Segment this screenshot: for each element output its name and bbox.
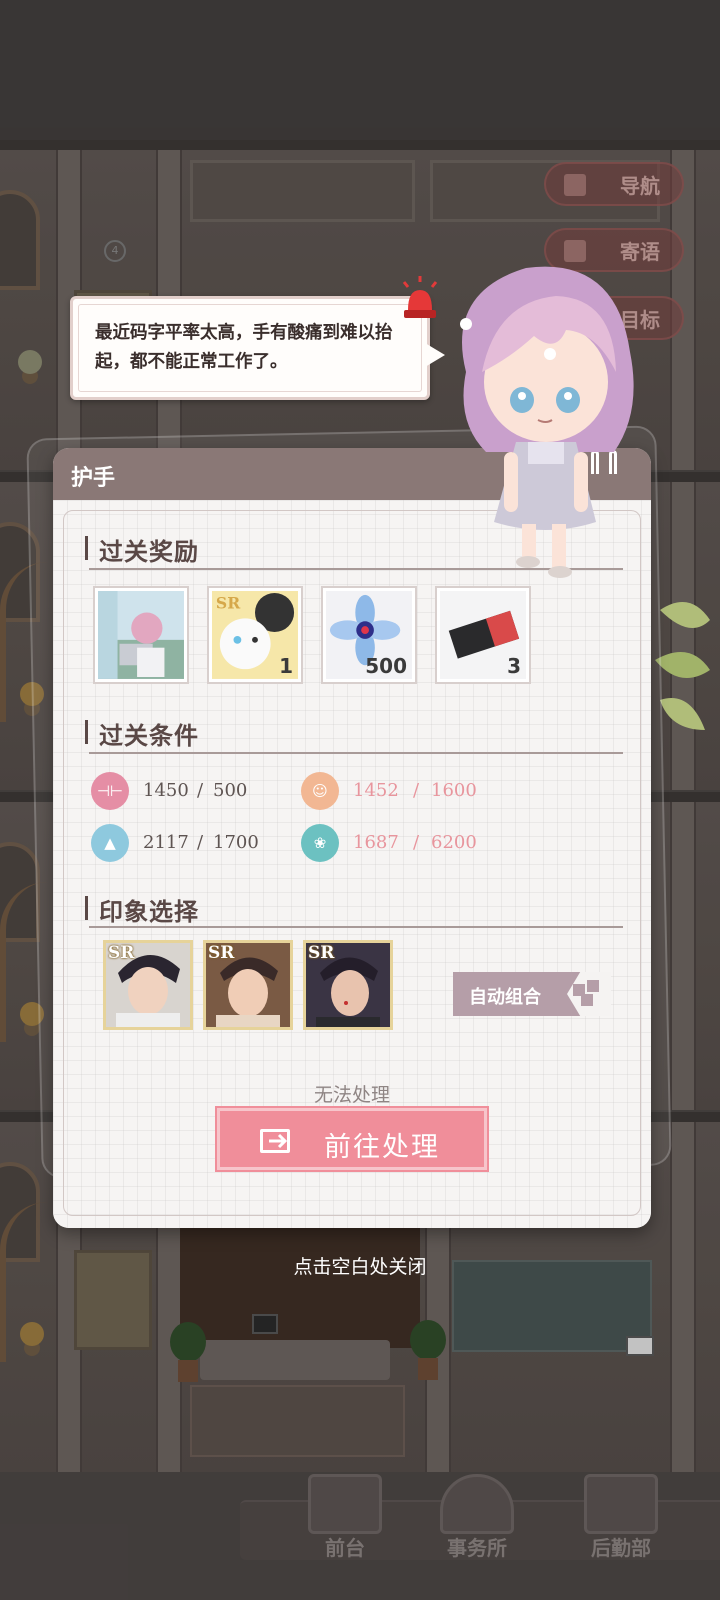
condition-required: 1600	[431, 780, 477, 801]
rarity-badge: SR	[108, 943, 135, 963]
enter-arrow-icon	[260, 1129, 290, 1153]
condition-separator: /	[413, 780, 420, 801]
auto-combine-label: 自动组合	[469, 987, 541, 1008]
rarity-badge: SR	[308, 943, 335, 963]
condition-current: 1450	[143, 780, 189, 801]
illustration-thumbnail	[98, 591, 184, 679]
go-handle-button[interactable]: 前往处理	[217, 1108, 487, 1170]
speech-bubble: 最近码字平率太高，手有酸痛到难以抬起，都不能正常工作了。	[70, 296, 445, 400]
condition-current: 1687	[353, 832, 399, 853]
person-icon: ☺	[301, 772, 339, 810]
speech-text: 最近码字平率太高，手有酸痛到难以抬起，都不能正常工作了。	[95, 323, 393, 372]
impression-card[interactable]: SR	[303, 940, 393, 1030]
condition-separator: /	[197, 832, 204, 853]
condition-separator: /	[197, 780, 204, 801]
close-hint: 点击空白处关闭	[293, 1256, 427, 1278]
condition-row: ▲ 2117 / 1700	[91, 824, 321, 864]
auto-combine-button[interactable]: 自动组合	[453, 972, 611, 1016]
status-text: 无法处理	[313, 1084, 390, 1106]
condition-row: ☺ 1452 / 1600	[301, 772, 531, 812]
go-handle-label: 前往处理	[324, 1132, 440, 1163]
condition-required: 1700	[213, 832, 259, 853]
condition-current: 1452	[353, 780, 399, 801]
condition-required: 500	[213, 780, 248, 801]
condition-separator: /	[413, 832, 420, 853]
reward-item[interactable]: SR 1	[207, 586, 303, 684]
card-title: 护手	[71, 466, 116, 491]
reward-item[interactable]: 500	[321, 586, 417, 684]
flower-icon: ❀	[301, 824, 339, 862]
rarity-badge: SR	[208, 943, 235, 963]
condition-current: 2117	[143, 832, 189, 853]
impression-card[interactable]: SR	[203, 940, 293, 1030]
graduation-cap-icon: ▲	[91, 824, 129, 862]
alarm-siren-icon	[402, 276, 438, 318]
svg-text:SR: SR	[216, 594, 241, 613]
condition-row: ⊣⊢ 1450 / 500	[91, 772, 321, 812]
condition-row: ❀ 1687 / 6200	[301, 824, 531, 864]
reward-item[interactable]: 3	[435, 586, 531, 684]
impression-card[interactable]: SR	[103, 940, 193, 1030]
reward-qty: 1	[279, 654, 293, 678]
reward-item[interactable]	[93, 586, 189, 684]
rewards-section-title: 过关奖励	[85, 532, 199, 567]
conditions-section-title: 过关条件	[85, 716, 199, 751]
chibi-character	[460, 266, 634, 578]
reward-qty: 500	[365, 654, 407, 678]
barbell-icon: ⊣⊢	[91, 772, 129, 810]
reward-qty: 3	[507, 654, 521, 678]
impression-section-title: 印象选择	[85, 892, 199, 927]
condition-required: 6200	[431, 832, 477, 853]
